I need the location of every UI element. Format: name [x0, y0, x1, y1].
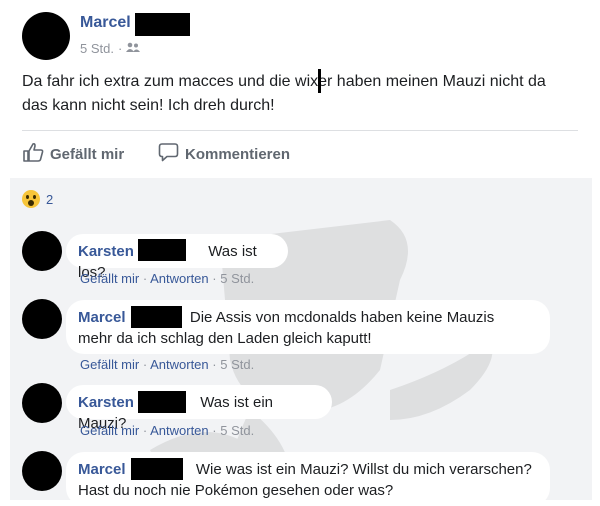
separator: ·: [142, 357, 148, 372]
comment-author-name[interactable]: Marcel: [78, 461, 126, 478]
comment-text-line-2: Hast du noch nie Pokémon gesehen oder wa…: [78, 482, 394, 499]
reactions-summary[interactable]: 2: [22, 190, 53, 208]
comment-actions: Gefällt mir · Antworten · 5 Std.: [80, 271, 254, 286]
redacted-surname: [135, 13, 190, 36]
comment-avatar[interactable]: [22, 231, 62, 271]
comment-text-line-1: Die Assis von mcdonalds haben keine Mauz…: [189, 309, 495, 326]
post-author-avatar[interactable]: [22, 12, 70, 60]
comment-text-line-2: mehr da ich schlag den Laden gleich kapu…: [78, 330, 372, 347]
comment-avatar[interactable]: [22, 383, 62, 423]
redacted-surname: [138, 391, 186, 413]
comment-reply-link[interactable]: Antworten: [150, 357, 209, 372]
comment-timestamp[interactable]: 5 Std.: [220, 357, 254, 372]
comment-text-line-1: Wie was ist ein Mauzi? Willst du mich ve…: [195, 461, 532, 478]
comment-actions: Gefällt mir · Antworten · 5 Std.: [80, 423, 254, 438]
comment-bubble: Karsten Was ist ein Mauzi?: [66, 385, 332, 432]
separator: ·: [142, 271, 148, 286]
speech-bubble-icon: [158, 142, 179, 166]
post-text-line-1: Da fahr ich extra zum macces und die wix…: [22, 73, 546, 90]
wow-reaction-icon: [22, 190, 40, 208]
comment-avatar[interactable]: [22, 451, 62, 491]
post-body: Da fahr ich extra zum macces und die wix…: [22, 70, 592, 118]
comment-reply-link[interactable]: Antworten: [150, 423, 209, 438]
post-author-name[interactable]: Marcel: [80, 14, 131, 32]
comment-like-link[interactable]: Gefällt mir: [80, 423, 139, 438]
redacted-surname: [138, 239, 186, 261]
comment-timestamp[interactable]: 5 Std.: [220, 271, 254, 286]
friends-icon[interactable]: [126, 41, 141, 56]
comment-button[interactable]: Kommentieren: [158, 142, 290, 166]
separator: ·: [212, 271, 217, 286]
comment-like-link[interactable]: Gefällt mir: [80, 271, 139, 286]
post-divider: [22, 130, 578, 131]
text-cursor-mark: [318, 69, 321, 93]
redacted-surname: [131, 306, 182, 328]
comment-actions: Gefällt mir · Antworten · 5 Std.: [80, 357, 254, 372]
comment-avatar[interactable]: [22, 299, 62, 339]
redacted-surname: [131, 458, 183, 480]
like-button-label: Gefällt mir: [50, 145, 125, 163]
comment-author-name[interactable]: Karsten: [78, 394, 134, 411]
comment-timestamp[interactable]: 5 Std.: [220, 423, 254, 438]
reaction-count: 2: [46, 191, 54, 207]
comment-like-link[interactable]: Gefällt mir: [80, 357, 139, 372]
post-text-line-2: das kann nicht sein! Ich dreh durch!: [22, 97, 275, 114]
meta-separator: ·: [117, 41, 123, 56]
separator: ·: [212, 357, 217, 372]
post-meta: 5 Std. ·: [80, 41, 141, 56]
separator: ·: [212, 423, 217, 438]
like-button[interactable]: Gefällt mir: [22, 142, 124, 166]
comment-button-label: Kommentieren: [185, 145, 291, 163]
separator: ·: [142, 423, 148, 438]
comment-author-name[interactable]: Karsten: [78, 243, 134, 260]
post-timestamp[interactable]: 5 Std.: [80, 41, 114, 56]
thumbs-up-icon: [22, 142, 44, 166]
comment-author-name[interactable]: Marcel: [78, 309, 126, 326]
comment-reply-link[interactable]: Antworten: [150, 271, 209, 286]
